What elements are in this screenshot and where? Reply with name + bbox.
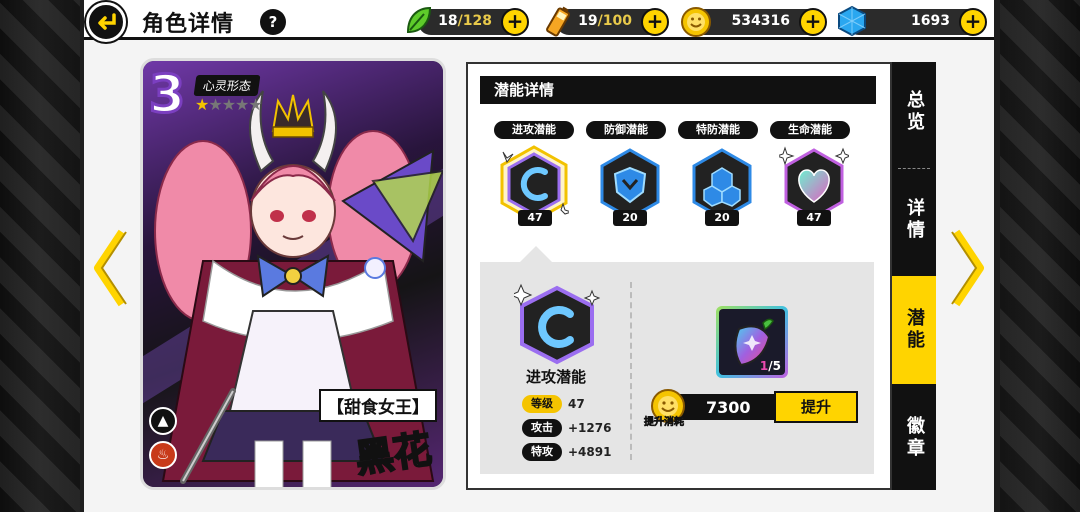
sp-defense-potential-label: 特防潜能 — [678, 121, 758, 139]
stat-row-sp-attack: 特攻 +4891 — [522, 441, 612, 461]
material-required: /5 — [768, 359, 781, 373]
tab-overview[interactable]: 总览 — [892, 62, 936, 162]
rank-number: 3 — [147, 65, 186, 125]
stat-tag: 特攻 — [522, 442, 562, 461]
sp-defense-potential-level: 20 — [705, 210, 739, 226]
tab-badge[interactable]: 徽章 — [892, 386, 936, 490]
upgrade-button[interactable]: 提升 — [774, 391, 858, 423]
stat-tag: 攻击 — [522, 418, 562, 437]
form-label: 心灵形态 — [193, 75, 261, 96]
stat-value: 47 — [568, 396, 585, 411]
detail-divider — [630, 282, 632, 460]
flame-icon[interactable]: ♨ — [149, 441, 177, 469]
add-stamina-button[interactable]: + — [501, 8, 529, 36]
character-title: 【甜食女王】 — [319, 389, 437, 422]
selection-pointer — [520, 246, 552, 262]
coin-icon — [681, 7, 711, 37]
help-button[interactable]: ? — [260, 9, 286, 35]
attack-potential-level: 47 — [518, 210, 552, 226]
add-gold-button[interactable]: + — [799, 8, 827, 36]
selected-potential-name: 进攻潜能 — [526, 368, 587, 386]
cost-label: 提升消耗 — [644, 417, 685, 429]
cost-value: 7300 — [706, 398, 751, 417]
attack-potential-label: 进攻潜能 — [494, 121, 574, 139]
star-rating: ★★★★★ — [195, 95, 263, 114]
defense-potential-level: 20 — [613, 210, 647, 226]
character-name: 黑花 — [352, 426, 435, 482]
stat-value: +1276 — [568, 420, 612, 435]
page-title: 角色详情 — [142, 12, 235, 37]
tab-details[interactable]: 详情 — [892, 168, 936, 272]
defense-potential-label: 防御潜能 — [586, 121, 666, 139]
back-button[interactable] — [86, 2, 126, 42]
star-icon: ★ — [195, 95, 209, 114]
right-decoration — [1000, 0, 1080, 512]
add-energy-button[interactable]: + — [641, 8, 669, 36]
left-decoration — [0, 0, 80, 512]
stat-tag: 等级 — [522, 394, 562, 413]
return-arrow-icon — [98, 13, 116, 30]
star-icon: ★★★★ — [208, 95, 262, 114]
hp-potential-label: 生命潜能 — [770, 121, 850, 139]
character-card[interactable]: 3 心灵形态 ★★★★★ ▲ ♨ 【甜食女王】 黑花 — [140, 58, 446, 490]
stat-row-attack: 攻击 +1276 — [522, 417, 612, 437]
hp-potential-level: 47 — [797, 210, 831, 226]
battery-icon — [546, 6, 570, 37]
stamina-counter: 18/128 + — [418, 8, 529, 36]
previous-character-arrow-icon[interactable] — [92, 228, 128, 308]
stamina-max: /128 — [457, 13, 492, 29]
stamina-current: 18 — [438, 13, 458, 29]
potential-header: 潜能详情 — [480, 76, 876, 104]
attack-swirl-icon — [514, 283, 600, 365]
energy-current: 19 — [578, 13, 598, 29]
triangle-icon[interactable]: ▲ — [149, 407, 177, 435]
add-gem-button[interactable]: + — [959, 8, 987, 36]
energy-max: /100 — [597, 13, 632, 29]
material-slot[interactable]: 1/5 — [716, 306, 788, 378]
gold-value: 534316 — [731, 13, 790, 29]
next-character-arrow-icon[interactable] — [950, 228, 986, 308]
gem-icon — [838, 5, 866, 37]
stat-row-level: 等级 47 — [522, 393, 585, 413]
stat-value: +4891 — [568, 444, 612, 459]
material-owned: 1 — [759, 359, 769, 373]
gem-value: 1693 — [911, 13, 950, 29]
tab-potential[interactable]: 潜能 — [892, 276, 936, 384]
leaf-icon — [406, 6, 432, 34]
game-screen: 角色详情 ? 18/128 + 19/100 + 534316 + 1693 + — [0, 0, 1080, 512]
